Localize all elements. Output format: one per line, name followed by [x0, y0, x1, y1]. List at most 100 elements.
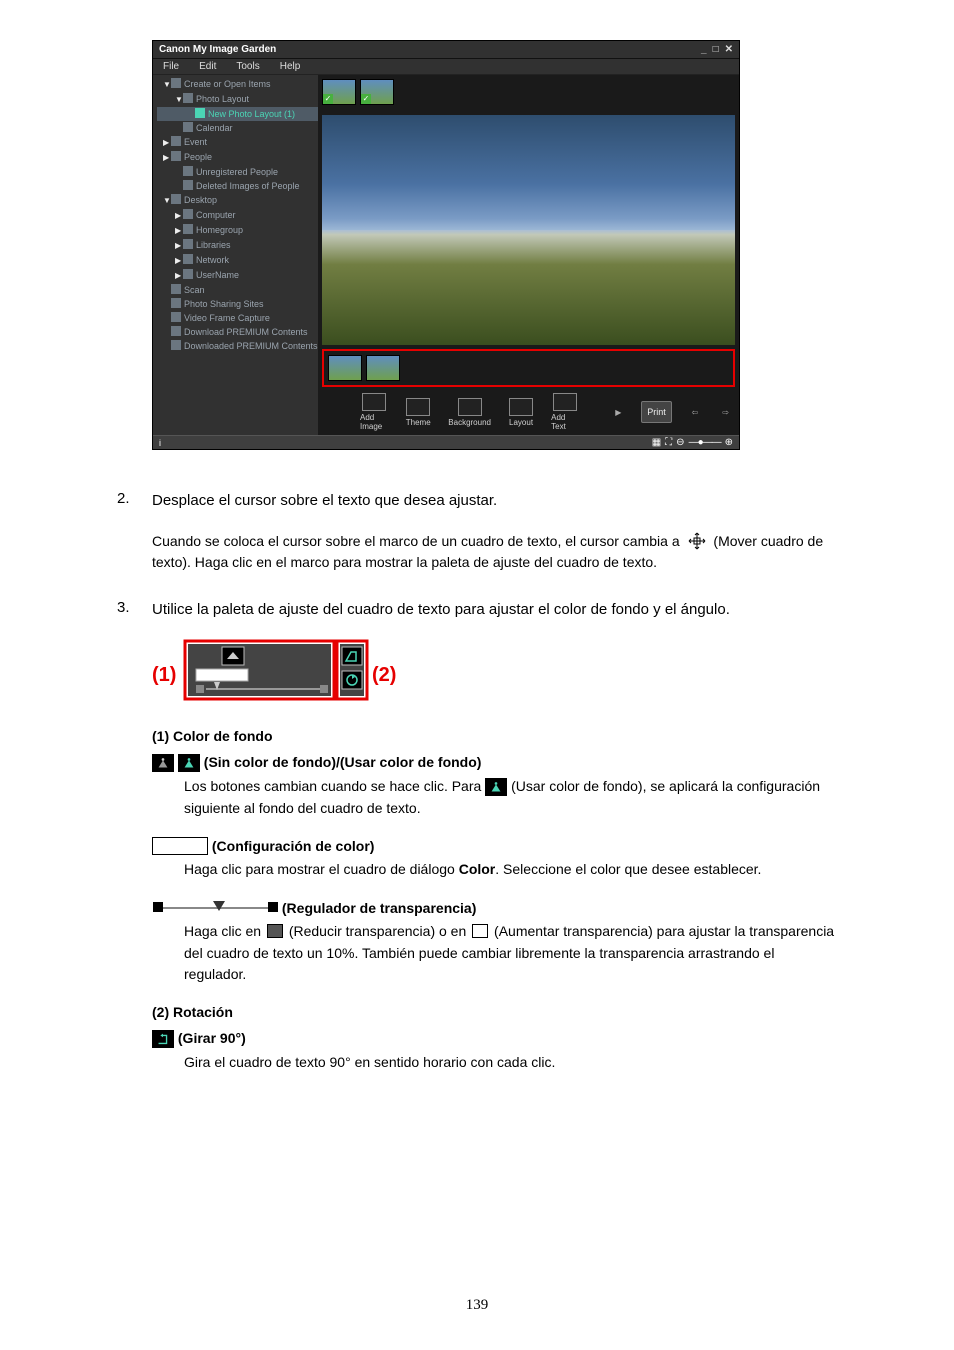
rotate-90-icon [152, 1030, 174, 1048]
transparency-slider-icon [152, 899, 278, 917]
add-text-button[interactable]: Add Text [551, 393, 579, 431]
sidebar-item[interactable]: Downloaded PREMIUM Contents [157, 339, 318, 353]
sidebar-item[interactable]: ▶Libraries [157, 238, 318, 253]
add-text-icon [553, 393, 577, 411]
sidebar-item[interactable]: ▶Homegroup [157, 223, 318, 238]
calendar-icon [183, 122, 193, 132]
content-area: ✓ ✓ Add Image Theme Background Layout Ad… [318, 75, 739, 435]
layout-icon [195, 108, 205, 118]
sidebar-item[interactable]: Scan [157, 283, 318, 297]
page: Canon My Image Garden _ □ ✕ File Edit To… [117, 0, 837, 1074]
sidebar-item[interactable]: ▼Desktop [157, 193, 318, 208]
sidebar-item-label: Scan [184, 285, 205, 295]
zoom-in-icon[interactable]: ⊕ [725, 437, 733, 448]
info-icon: i [159, 438, 161, 448]
sidebar-item-label: People [184, 152, 212, 162]
sidebar-item-label: Computer [196, 210, 236, 220]
subsection: (Girar 90°) Gira el cuadro de texto 90° … [152, 1030, 837, 1074]
subsection-desc: Gira el cuadro de texto 90° en sentido h… [184, 1052, 837, 1074]
share-icon [171, 298, 181, 308]
add-image-button[interactable]: Add Image [360, 393, 388, 431]
zoom-slider[interactable]: —●—— [689, 437, 721, 448]
nav-next-icon[interactable]: ⇨ [718, 408, 733, 417]
thumbnail[interactable]: ✓ [322, 79, 356, 105]
close-button[interactable]: ✕ [725, 44, 733, 55]
decrease-transparency-icon [267, 924, 283, 938]
disclosure-icon: ▶ [175, 254, 181, 268]
sidebar-item[interactable]: ▼ Create or Open Items [157, 77, 318, 92]
people-icon [171, 151, 181, 161]
menu-tools[interactable]: Tools [226, 61, 269, 72]
background-button[interactable]: Background [448, 398, 491, 427]
thumbnail[interactable]: ✓ [360, 79, 394, 105]
menu-edit[interactable]: Edit [189, 61, 226, 72]
desktop-icon [171, 194, 181, 204]
subsection-desc: Haga clic para mostrar el cuadro de diál… [184, 859, 837, 881]
sidebar-item[interactable]: ▶People [157, 150, 318, 165]
app-title: Canon My Image Garden [159, 44, 276, 55]
sidebar-item-label: Download PREMIUM Contents [184, 327, 308, 337]
background-icon [458, 398, 482, 416]
sidebar-item[interactable]: Deleted Images of People [157, 179, 318, 193]
thumbnail[interactable] [328, 355, 362, 381]
layout-icon [509, 398, 533, 416]
sidebar-item[interactable]: Calendar [157, 121, 318, 135]
sidebar-item-label: Unregistered People [196, 167, 278, 177]
thumbnail[interactable] [366, 355, 400, 381]
menu-file[interactable]: File [153, 61, 189, 72]
subsection: (Regulador de transparencia) Haga clic e… [152, 899, 837, 986]
create-icon [171, 78, 181, 88]
step-desc: Cuando se coloca el cursor sobre el marc… [152, 531, 837, 573]
callout-1: (1) [152, 664, 176, 686]
people-icon [183, 166, 193, 176]
sidebar-item-label: Homegroup [196, 225, 243, 235]
sidebar-item-label: Create or Open Items [184, 79, 271, 89]
prev-page-icon[interactable]: ▶ [611, 408, 625, 417]
sidebar-item-label: Photo Layout [196, 94, 249, 104]
sidebar-item-label: Event [184, 137, 207, 147]
disclosure-icon: ▼ [163, 78, 169, 92]
highlight-box [322, 349, 735, 387]
sidebar-item[interactable]: Download PREMIUM Contents [157, 325, 318, 339]
color-setting-icon [152, 837, 208, 855]
maximize-button[interactable]: □ [713, 44, 719, 55]
menu-help[interactable]: Help [270, 61, 311, 72]
sidebar-item-label: Libraries [196, 240, 231, 250]
print-button[interactable]: Print [641, 401, 671, 423]
fit-icon[interactable]: ⛶ [665, 437, 672, 448]
theme-button[interactable]: Theme [404, 398, 432, 427]
sidebar-item[interactable]: ▶Event [157, 135, 318, 150]
minimize-button[interactable]: _ [701, 44, 707, 55]
zoom-out-icon[interactable]: ⊖ [676, 437, 684, 448]
subsection: (Configuración de color) Haga clic para … [152, 837, 837, 881]
step-title: Utilice la paleta de ajuste del cuadro d… [152, 601, 730, 618]
scan-icon [171, 284, 181, 294]
nav-prev-icon[interactable]: ⇦ [688, 408, 703, 417]
sidebar-item-label: Desktop [184, 195, 217, 205]
step-title: Desplace el cursor sobre el texto que de… [152, 492, 497, 509]
subsection-desc: Haga clic en (Reducir transparencia) o e… [184, 921, 837, 986]
sidebar-item[interactable]: ▼Photo Layout [157, 92, 318, 107]
subsection-head: (Sin color de fondo)/(Usar color de fond… [204, 754, 482, 770]
video-icon [171, 312, 181, 322]
titlebar: Canon My Image Garden _ □ ✕ [153, 41, 739, 59]
layout-button[interactable]: Layout [507, 398, 535, 427]
sidebar-item[interactable]: Photo Sharing Sites [157, 297, 318, 311]
no-fill-icon [152, 754, 174, 772]
libraries-icon [183, 239, 193, 249]
sidebar-item[interactable]: ▶ Computer [157, 208, 318, 223]
section-heading: (1) Color de fondo [152, 728, 837, 744]
use-fill-icon [178, 754, 200, 772]
grid-view-icon[interactable]: ▦ [652, 437, 661, 448]
sidebar-item[interactable]: ▶UserName [157, 268, 318, 283]
sidebar-item[interactable]: New Photo Layout (1) [157, 107, 318, 121]
callout-2: (2) [372, 664, 396, 686]
subsection-head: (Regulador de transparencia) [282, 900, 477, 916]
sidebar: ▼ Create or Open Items ▼Photo LayoutNew Ph… [153, 75, 318, 435]
sidebar-item[interactable]: Video Frame Capture [157, 311, 318, 325]
sidebar-item[interactable]: Unregistered People [157, 165, 318, 179]
sidebar-item[interactable]: ▶Network [157, 253, 318, 268]
disclosure-icon: ▶ [175, 209, 181, 223]
downloaded-icon [171, 340, 181, 350]
add-image-icon [362, 393, 386, 411]
